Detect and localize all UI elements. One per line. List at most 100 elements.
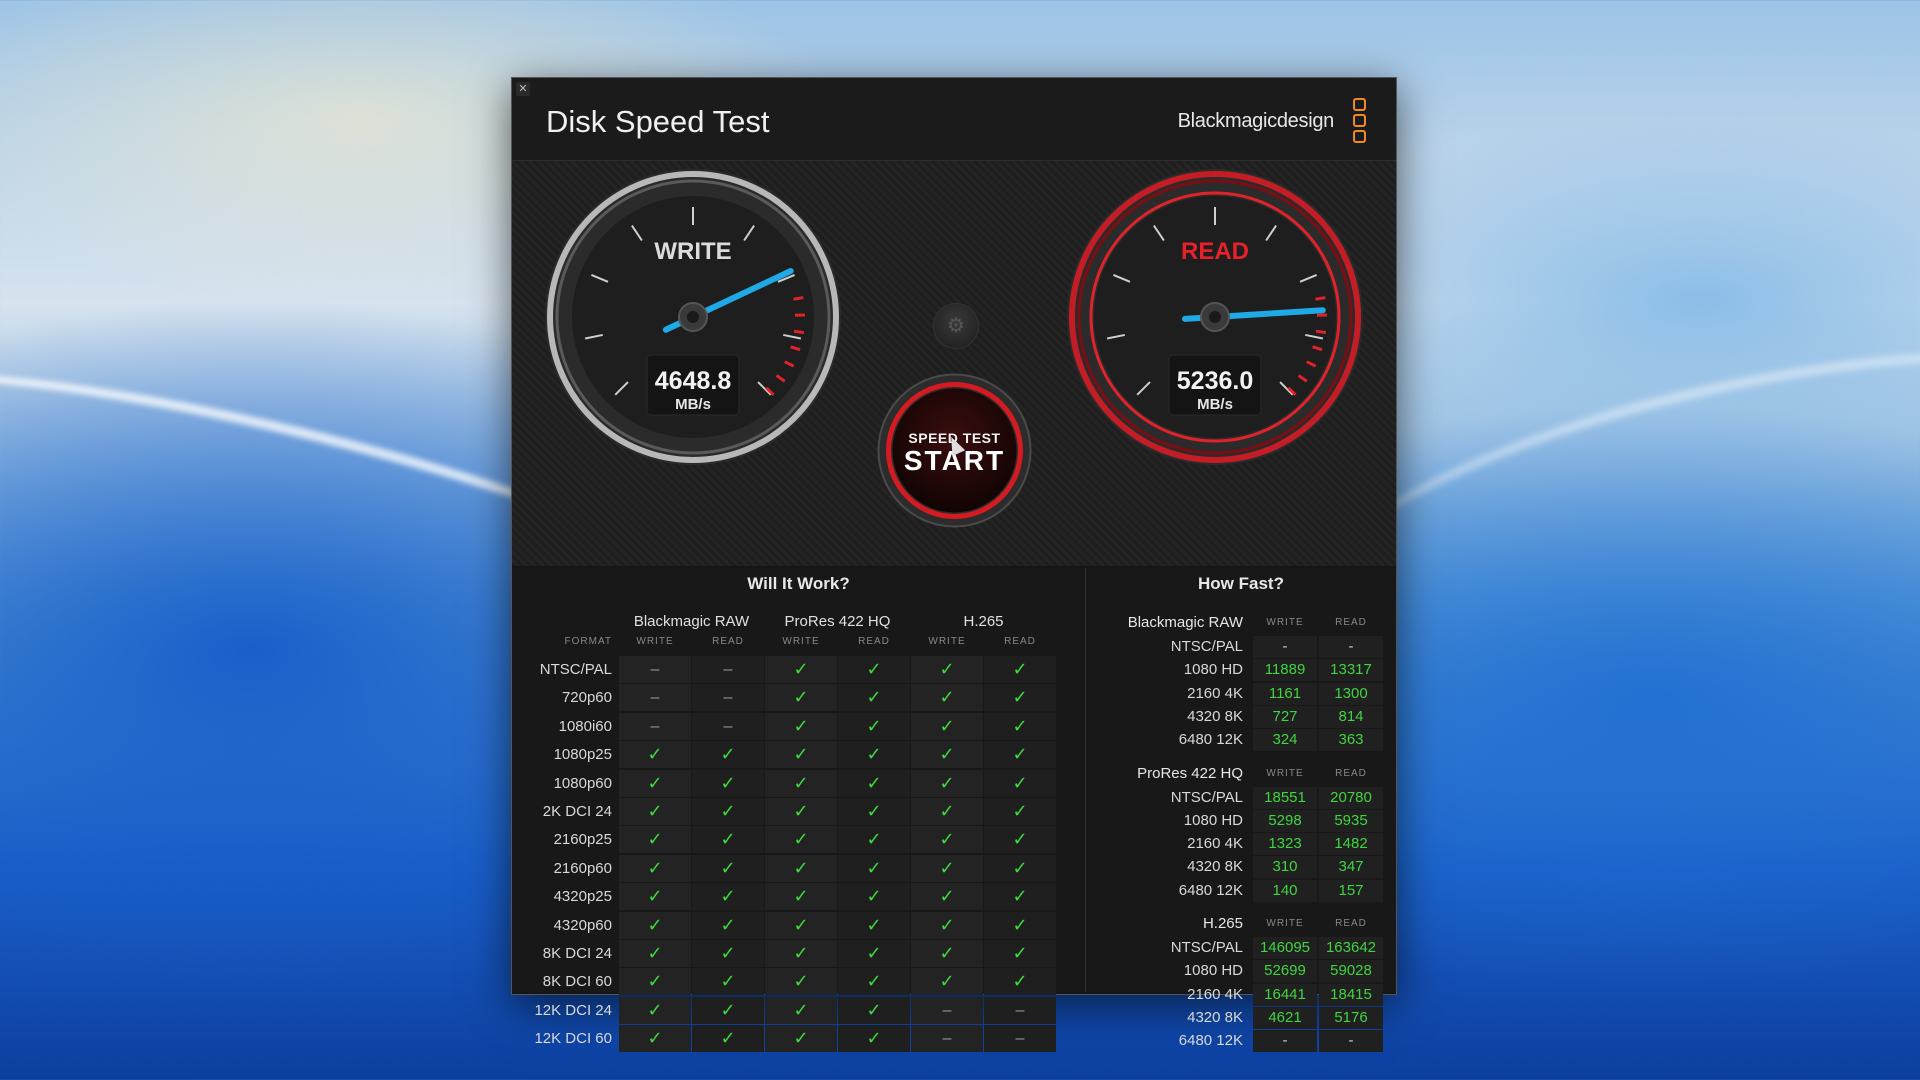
checkmark-icon: ✓ [939,971,955,992]
read-fps-value: 59028 [1319,960,1383,983]
read-speed-unit: MB/s [1197,396,1233,413]
checkmark-icon: ✓ [720,914,736,935]
checkmark-icon: ✓ [1012,914,1028,935]
read-column-header: READ [1335,918,1367,929]
status-cell: – [692,712,764,740]
table-row: 8K DCI 24 ✓ ✓ ✓ ✓ ✓ ✓ [512,940,1085,968]
read-gauge-label: READ [1181,238,1249,265]
read-column-header: READ [1335,767,1367,779]
checkmark-icon: ✓ [939,886,955,907]
checkmark-icon: ✓ [866,829,882,850]
format-label: 720p60 [561,689,612,707]
status-cell: ✓ [911,940,983,967]
settings-button[interactable]: ⚙ [933,303,979,349]
checkmark-icon: ✓ [866,971,882,992]
table-row: 2160p25 ✓ ✓ ✓ ✓ ✓ ✓ [512,826,1085,854]
checkmark-icon: ✓ [647,999,663,1020]
status-cell: ✓ [619,741,691,769]
read-speed-value: 5236.0 [1177,367,1253,395]
checkmark-icon: ✓ [866,687,882,708]
status-cell: ✓ [984,741,1056,769]
status-cell: ✓ [619,826,691,854]
status-cell: ✓ [765,741,837,769]
how-fast-title: How Fast? [1198,574,1284,593]
checkmark-icon: ✓ [793,715,809,736]
status-cell: ✓ [911,826,983,854]
read-fps-value: 18415 [1319,983,1383,1006]
checkmark-icon: ✓ [866,857,882,878]
checkmark-icon: ✓ [866,1028,882,1049]
status-cell: ✓ [911,656,983,683]
checkmark-icon: ✓ [1012,772,1028,793]
read-fps-value: 1482 [1319,833,1383,856]
checkmark-icon: ✓ [939,772,955,793]
format-label: 8K DCI 60 [542,973,612,991]
codec-header: Blackmagic RAW [633,613,750,630]
status-cell: ✓ [911,854,983,882]
status-cell: ✓ [619,940,691,967]
status-cell: ✓ [984,826,1056,854]
resolution-label: 1080 HD [1183,962,1243,980]
write-fps-value: 324 [1253,729,1317,752]
status-cell: ✓ [692,798,764,825]
checkmark-icon: ✓ [647,772,663,793]
checkmark-icon: ✓ [647,857,663,878]
codec-header: ProRes 422 HQ [784,613,891,630]
status-cell: ✓ [838,741,910,769]
resolution-label: 1080 HD [1183,661,1243,679]
table-row: NTSC/PAL – – ✓ ✓ ✓ ✓ [512,656,1085,684]
checkmark-icon: ✓ [647,886,663,907]
checkmark-icon: ✓ [866,886,882,907]
resolution-label: 6480 12K [1178,1032,1243,1050]
status-cell: ✓ [984,968,1056,996]
close-button[interactable]: ✕ [516,82,530,96]
read-fps-value: 1300 [1319,682,1383,705]
resolution-label: NTSC/PAL [1170,638,1243,655]
status-cell: ✓ [838,854,910,882]
table-row: 1080p25 ✓ ✓ ✓ ✓ ✓ ✓ [512,741,1085,769]
checkmark-icon: ✓ [866,744,882,765]
checkmark-icon: ✓ [939,659,955,679]
status-cell: ✓ [692,769,764,797]
write-fps-value: 310 [1253,856,1317,879]
status-cell: ✓ [765,911,837,939]
status-cell: – [692,684,764,712]
status-cell: – [911,996,983,1024]
status-cell: ✓ [984,684,1056,712]
dash-icon: – [723,717,733,735]
resolution-label: 2160 4K [1187,684,1243,702]
resolution-label: NTSC/PAL [1170,788,1243,806]
status-cell: ✓ [619,911,691,939]
dash-icon: – [723,689,733,707]
checkmark-icon: ✓ [939,744,955,765]
status-cell: ✓ [619,798,691,825]
checkmark-icon: ✓ [793,801,809,821]
status-cell: ✓ [911,798,983,825]
status-cell: – [619,712,691,740]
status-cell: ✓ [911,741,983,769]
read-fps-value: - [1319,636,1383,658]
write-fps-value: 140 [1253,879,1317,902]
status-cell: ✓ [619,883,691,911]
checkmark-icon: ✓ [647,829,663,850]
status-cell: ✓ [984,883,1056,911]
status-cell: ✓ [692,996,764,1024]
checkmark-icon: ✓ [866,801,882,821]
checkmark-icon: ✓ [647,801,663,821]
checkmark-icon: ✓ [939,801,955,821]
status-cell: ✓ [911,712,983,740]
checkmark-icon: ✓ [720,971,736,992]
format-label: 2K DCI 24 [542,803,612,820]
write-fps-value: 18551 [1253,786,1317,809]
status-cell: ✓ [619,968,691,996]
table-row: 12K DCI 24 ✓ ✓ ✓ ✓ – – [512,996,1085,1025]
status-cell: ✓ [984,854,1056,882]
status-cell: – [984,1025,1056,1053]
write-fps-value: - [1253,1030,1317,1053]
dash-icon: – [650,717,660,735]
column-header: READ [712,636,744,647]
codec-header: Blackmagic RAW [1127,614,1243,631]
checkmark-icon: ✓ [793,829,809,850]
table-row: 4320p25 ✓ ✓ ✓ ✓ ✓ ✓ [512,883,1085,911]
status-cell: ✓ [838,656,910,683]
